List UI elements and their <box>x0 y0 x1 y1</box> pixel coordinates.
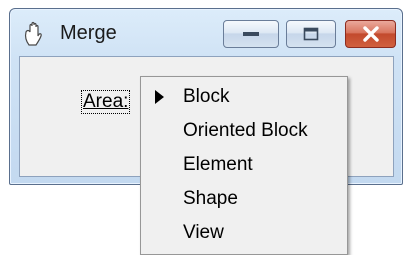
window-title: Merge <box>60 22 117 44</box>
menu-item-label: View <box>183 222 224 243</box>
menu-item-block[interactable]: Block <box>141 80 347 114</box>
minimize-button[interactable] <box>223 20 279 48</box>
menu-item-view[interactable]: View <box>141 216 347 250</box>
screen: Merge Area: Block Oriented Block Element… <box>0 0 413 255</box>
selected-arrow-icon <box>155 90 164 104</box>
maximize-button[interactable] <box>286 20 336 48</box>
menu-item-label: Element <box>183 154 253 175</box>
restore-icon <box>303 27 319 41</box>
menu-item-element[interactable]: Element <box>141 148 347 182</box>
minimize-icon <box>243 32 259 36</box>
close-button[interactable] <box>345 20 396 48</box>
title-bar[interactable]: Merge <box>10 9 402 56</box>
close-icon <box>362 26 379 42</box>
menu-item-oriented-block[interactable]: Oriented Block <box>141 114 347 148</box>
area-dropdown-label[interactable]: Area: <box>80 90 131 114</box>
menu-item-label: Block <box>183 86 230 107</box>
app-hand-icon <box>25 21 42 46</box>
menu-item-shape[interactable]: Shape <box>141 182 347 216</box>
menu-item-label: Shape <box>183 188 238 209</box>
area-popup-menu: Block Oriented Block Element Shape View <box>140 76 348 255</box>
menu-item-label: Oriented Block <box>183 120 308 141</box>
area-label-text: Area: <box>83 91 129 112</box>
